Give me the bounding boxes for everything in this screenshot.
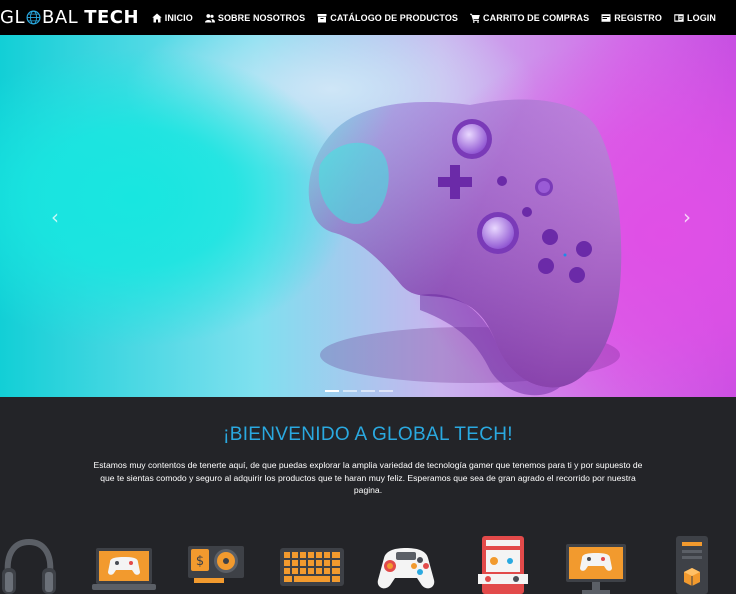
headset-icon[interactable] (0, 530, 58, 594)
hero-carousel: ‹ › (0, 35, 736, 397)
svg-text:$: $ (196, 554, 204, 569)
globe-icon (26, 10, 41, 24)
navbar: GL BAL TECH INICIO SOBRE NOSOTROS CATÁLO… (0, 0, 736, 35)
gamepad-icon[interactable] (374, 530, 438, 594)
carousel-next-button[interactable]: › (683, 205, 691, 229)
nav-item-label: SOBRE NOSOTROS (217, 12, 306, 23)
carousel-indicator[interactable] (379, 390, 393, 392)
nav-item-catalogo[interactable]: CATÁLOGO DE PRODUCTOS (317, 13, 458, 23)
users-icon (204, 13, 215, 22)
laptop-gamepad-icon[interactable] (92, 530, 156, 594)
keyboard-icon[interactable] (278, 530, 346, 594)
carousel-indicator[interactable] (325, 390, 339, 392)
nav-item-label: LOGIN (687, 12, 716, 23)
nav-item-registro[interactable]: REGISTRO (601, 13, 662, 23)
carousel-indicator[interactable] (361, 390, 375, 392)
arcade-machine-icon[interactable] (474, 530, 530, 594)
nav-item-label: INICIO (164, 12, 193, 23)
login-icon (674, 13, 684, 22)
welcome-title: ¡BIENVENIDO A GLOBAL TECH! (223, 424, 513, 445)
brand-text-gl: GL (0, 6, 25, 28)
pc-tower-icon[interactable] (672, 530, 712, 594)
carousel-indicator[interactable] (343, 390, 357, 392)
carousel-indicators (325, 390, 393, 392)
nav-item-label: REGISTRO (614, 12, 662, 23)
nav-item-label: CATÁLOGO DE PRODUCTOS (330, 12, 459, 23)
brand-logo[interactable]: GL BAL TECH (0, 6, 139, 28)
nav-item-carrito[interactable]: CARRITO DE COMPRAS (470, 13, 589, 23)
game-controller-image (308, 99, 622, 396)
product-icon-row: $ (0, 530, 736, 594)
graphics-card-icon[interactable]: $ (186, 530, 246, 594)
nav-item-inicio[interactable]: INICIO (152, 13, 193, 23)
nav-menu: INICIO SOBRE NOSOTROS CATÁLOGO DE PRODUC… (140, 0, 716, 35)
welcome-text: Estamos muy contentos de tenerte aquí, d… (93, 460, 643, 495)
home-icon (152, 13, 162, 22)
monitor-gamepad-icon[interactable] (564, 530, 628, 594)
nav-item-sobre-nosotros[interactable]: SOBRE NOSOTROS (204, 12, 306, 23)
brand-text-tech: TECH (84, 6, 140, 28)
cart-icon (470, 13, 480, 23)
brand-text-bal: BAL (41, 6, 79, 28)
catalog-icon (317, 13, 327, 22)
nav-item-label: CARRITO DE COMPRAS (483, 12, 590, 23)
carousel-prev-button[interactable]: ‹ (51, 205, 59, 229)
nav-item-login[interactable]: LOGIN (674, 13, 716, 23)
register-icon (601, 13, 611, 22)
